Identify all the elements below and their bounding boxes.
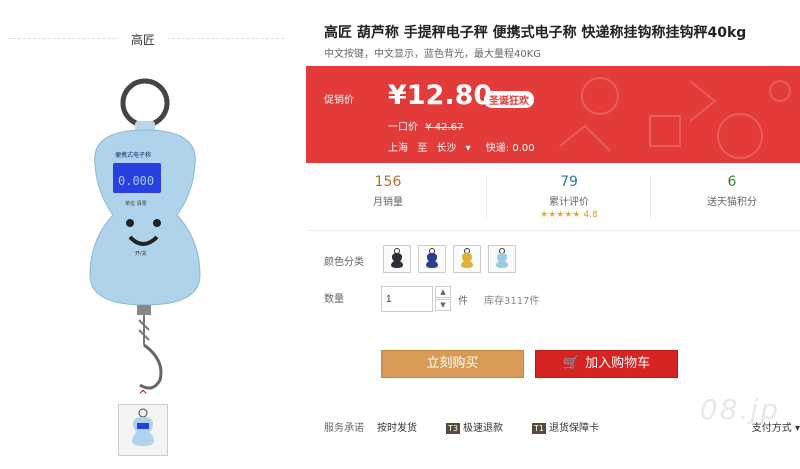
svg-text:开/关: 开/关 — [135, 250, 147, 257]
stat-reviews[interactable]: 79 累计评价 ★★★★★ 4.8 — [489, 174, 649, 220]
monthly-sales-label: 月销量 — [373, 197, 403, 208]
star-icons: ★★★★★ — [540, 210, 581, 220]
quantity-decrease-button[interactable]: ▼ — [435, 299, 451, 311]
product-stats: 156 月销量 79 累计评价 ★★★★★ 4.8 6 送天猫积分 — [306, 168, 800, 228]
product-thumbnail[interactable] — [118, 404, 168, 456]
promo-price-label: 促销价 — [324, 95, 354, 106]
service-item-label: 退货保障卡 — [548, 423, 599, 434]
points-label: 送天猫积分 — [707, 197, 757, 208]
gallery-up-arrow-icon[interactable]: ^ — [138, 388, 148, 402]
service-item-label: 极速退款 — [462, 423, 503, 434]
promo-banner: 促销价 ¥12.80 圣诞狂欢 一口价 ¥ 42.67 上海 至 长沙 ▾ 快递… — [306, 66, 800, 163]
scale-lightblue-icon — [496, 248, 508, 268]
svg-text:便携式电子称: 便携式电子称 — [115, 151, 151, 159]
original-price-label: 一口价 — [388, 122, 418, 133]
stat-points: 6 送天猫积分 — [652, 174, 800, 208]
service-item-ontime[interactable]: 按时发货 — [377, 419, 417, 434]
color-swatch-yellow[interactable] — [453, 245, 481, 273]
promo-event-badge: 圣诞狂欢 — [484, 91, 534, 108]
svg-text:0.000: 0.000 — [118, 174, 154, 188]
monthly-sales-count: 156 — [374, 174, 402, 190]
payment-label: 支付方式 — [751, 423, 792, 434]
stat-divider — [650, 176, 651, 218]
quantity-label: 数量 — [324, 294, 344, 305]
svg-text:单位 清零: 单位 清零 — [125, 200, 147, 207]
add-to-cart-button[interactable]: 🛒 加入购物车 — [535, 350, 678, 378]
color-option-label: 颜色分类 — [324, 257, 364, 268]
thumbnail-scale-icon — [132, 408, 154, 446]
quantity-increase-button[interactable]: ▲ — [435, 286, 451, 298]
chevron-down-icon: ▾ — [465, 143, 471, 154]
cart-icon: 🛒 — [562, 356, 580, 371]
chevron-down-icon: ▾ — [794, 423, 800, 434]
express-fee: 快递: 0.00 — [485, 143, 535, 154]
scale-yellow-icon — [461, 248, 473, 268]
service-item-refund[interactable]: T3 极速退款 — [446, 419, 503, 434]
product-main-image[interactable]: 0.000 便携式电子称 单位 清零 开/关 — [75, 75, 215, 390]
promo-decoration — [559, 77, 791, 159]
add-to-cart-label: 加入购物车 — [585, 356, 651, 371]
scale-navy-icon — [426, 248, 438, 268]
shipping-row: 上海 至 长沙 ▾ 快递: 0.00 — [388, 139, 541, 154]
promo-price: ¥12.80 — [388, 80, 493, 111]
service-label: 服务承诺 — [324, 423, 364, 434]
service-item-return[interactable]: T1 退货保障卡 — [532, 419, 599, 434]
payment-methods[interactable]: 支付方式 ▾ — [752, 419, 800, 434]
product-gallery: 高匠 0.000 便携式电子称 单位 清零 开/关 ^ — [0, 0, 300, 469]
review-count: 79 — [560, 174, 578, 190]
product-title: 高匠 葫芦称 手提秤电子秤 便携式电子称 快递称挂钩称挂钩秤40kg — [324, 25, 747, 41]
service-badge-t1: T1 — [532, 423, 546, 434]
service-item-label: 按时发货 — [377, 423, 417, 434]
scale-black-icon — [391, 248, 403, 268]
quantity-input[interactable] — [381, 286, 433, 312]
stock-count: 库存3117件 — [484, 296, 540, 307]
rating-score: 4.8 — [583, 210, 598, 220]
points-count: 6 — [727, 174, 737, 190]
quantity-unit: 件 — [458, 296, 468, 307]
color-swatch-black[interactable] — [383, 245, 411, 273]
brand-name[interactable]: 高匠 — [118, 31, 168, 48]
rating-stars: ★★★★★ 4.8 — [489, 210, 649, 220]
original-price-row: 一口价 ¥ 42.67 — [388, 118, 463, 133]
review-label: 累计评价 — [549, 197, 589, 208]
stat-monthly-sales: 156 月销量 — [308, 174, 468, 208]
ship-from: 上海 — [388, 143, 408, 154]
product-info: 高匠 葫芦称 手提秤电子秤 便携式电子称 快递称挂钩称挂钩秤40kg 中文按键，… — [306, 0, 800, 469]
color-swatch-lightblue[interactable] — [488, 245, 516, 273]
buy-now-button[interactable]: 立刻购买 — [381, 350, 524, 378]
service-badge-t3: T3 — [446, 423, 460, 434]
ship-to-label: 至 — [417, 143, 428, 154]
ship-to: 长沙 — [436, 143, 457, 154]
section-divider — [306, 230, 800, 231]
color-swatch-navy[interactable] — [418, 245, 446, 273]
stat-divider — [486, 176, 487, 218]
original-price: ¥ 42.67 — [425, 122, 464, 133]
product-subtitle: 中文按键，中文显示，蓝色背光，最大量程40KG — [324, 49, 542, 60]
ship-to-selector[interactable]: 长沙 ▾ — [436, 143, 476, 154]
